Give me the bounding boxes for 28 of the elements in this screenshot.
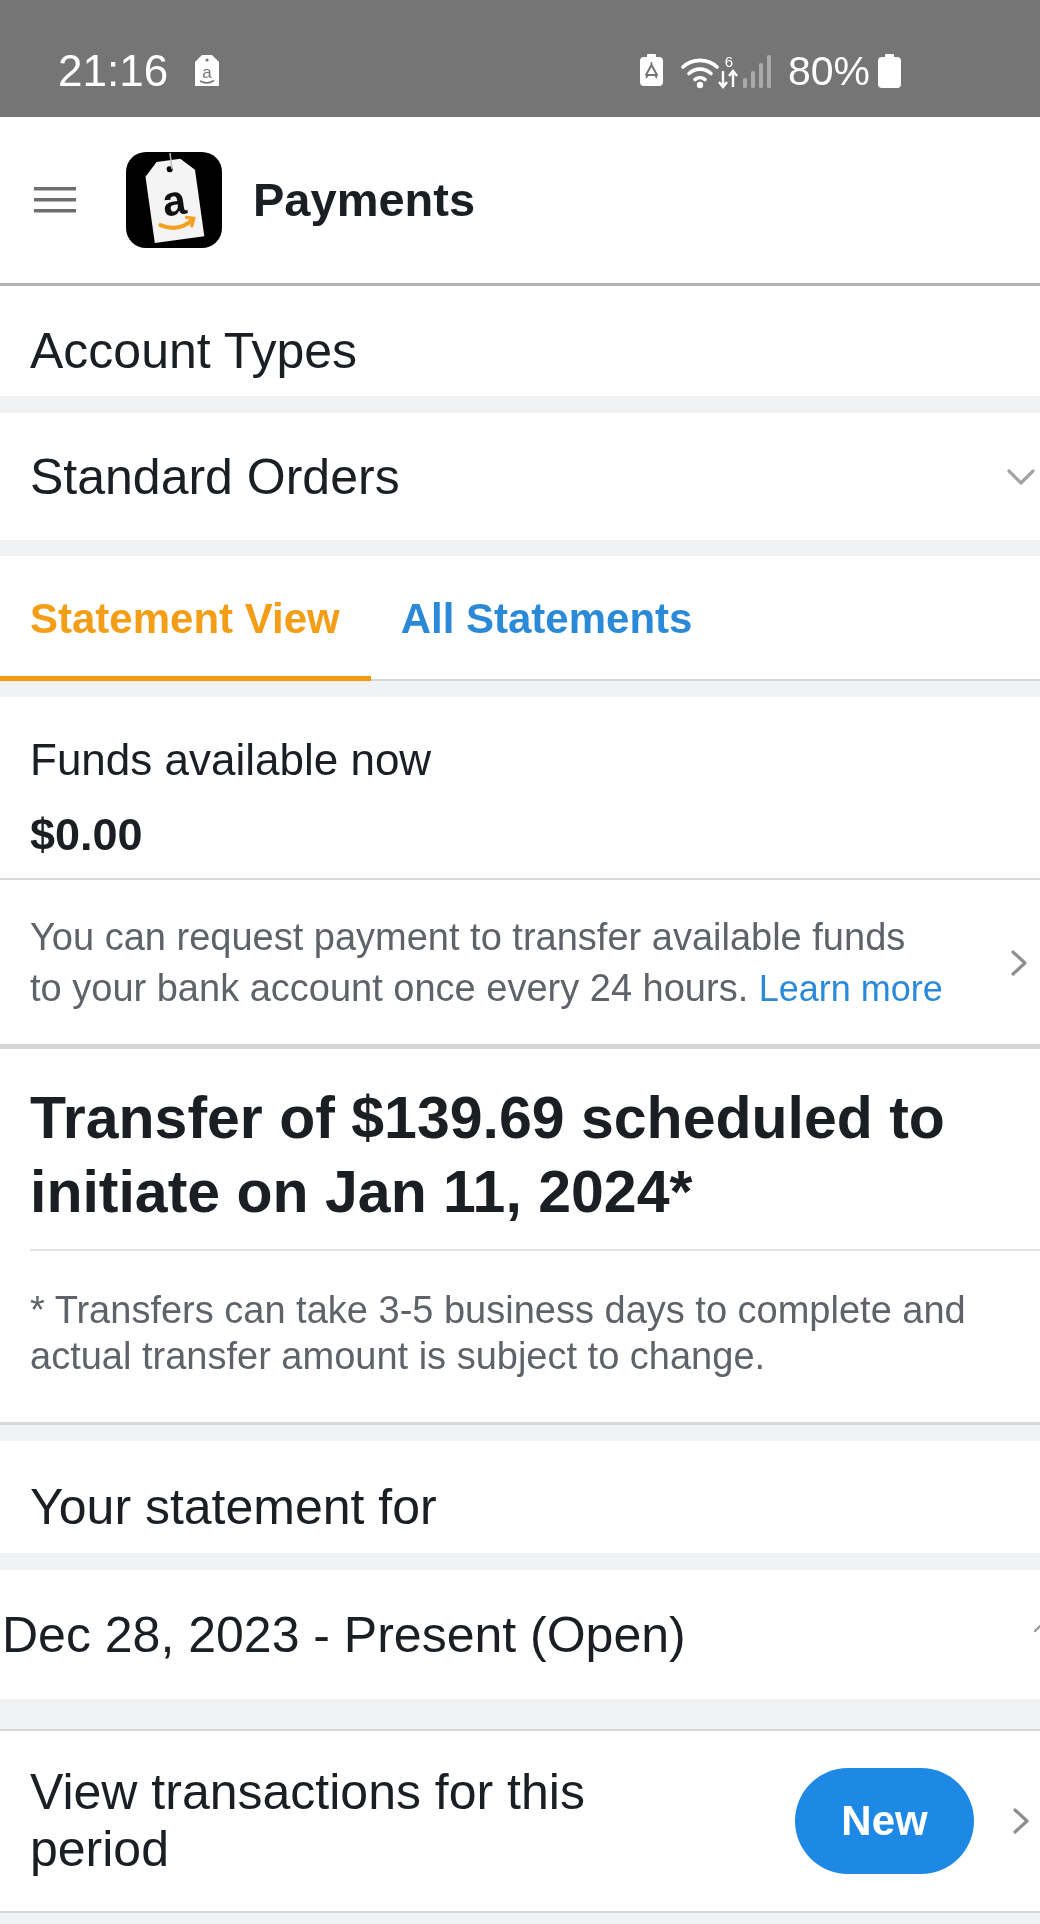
battery-recycle-icon: [638, 54, 664, 87]
payment-info-text: You can request payment to transfer available funds to your bank account once every 24 hours. Learn more: [30, 915, 944, 1011]
tag-logo-icon: a: [126, 152, 222, 248]
learn-more-link[interactable]: Learn more: [758, 968, 943, 1009]
section-heading: Account Types: [30, 322, 358, 380]
battery-icon: [878, 53, 901, 88]
new-badge: New: [795, 1768, 974, 1874]
statement-period-dropdown[interactable]: Dec 28, 2023 - Present (Open): [0, 1570, 1040, 1699]
chevron-right-icon: [1012, 1807, 1030, 1835]
signal-icon: [741, 53, 772, 88]
battery-percent: 80%: [787, 46, 870, 96]
funds-label: Funds available now: [30, 734, 433, 786]
transfer-footnote: * Transfers can take 3-5 business days to complete and actual transfer amount is subject to change.: [29, 1288, 967, 1379]
chevron-down-icon: [1006, 467, 1036, 486]
transactions-row[interactable]: View transactions for this period New: [0, 1729, 1040, 1913]
account-type-dropdown[interactable]: Standard Orders: [0, 413, 1040, 540]
menu-icon[interactable]: [34, 187, 76, 213]
status-time: 21:16: [58, 45, 169, 96]
statement-heading: Your statement for: [30, 1478, 437, 1536]
chevron-right-icon: [1010, 949, 1028, 977]
page-title: Payments: [253, 172, 476, 228]
tag-icon: a: [194, 54, 221, 87]
chevron-icon: [1034, 1624, 1040, 1635]
transactions-label: View transactions for this period: [30, 1764, 586, 1878]
tab[interactable]: All Statements: [370, 556, 724, 681]
payment-info-row[interactable]: You can request payment to transfer available funds to your bank account once every 24 hours. Learn more: [0, 880, 1040, 1049]
funds-amount: $0.00: [30, 808, 144, 862]
transfer-title: Transfer of $139.69 scheduled to initiate on Jan 11, 2024*: [29, 1084, 946, 1227]
